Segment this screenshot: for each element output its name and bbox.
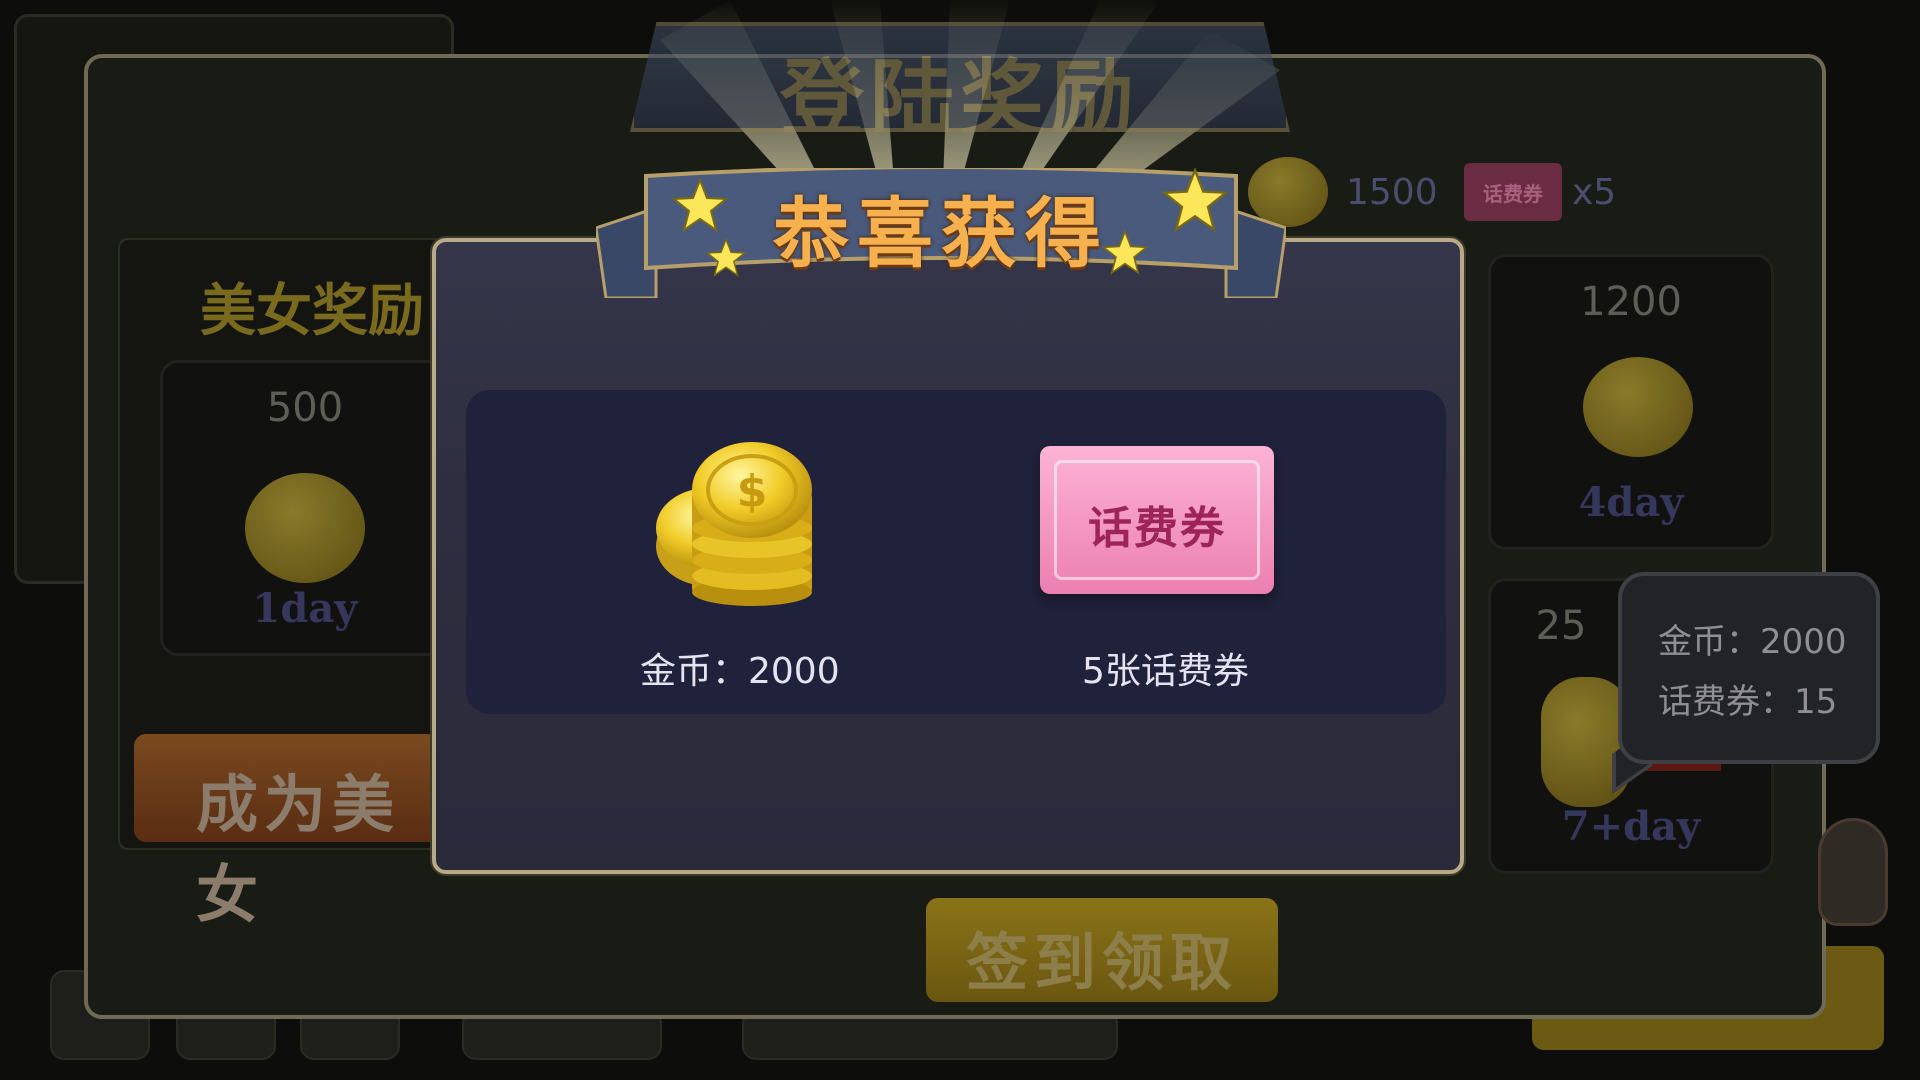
mascot-icon <box>1818 818 1888 926</box>
day1-amount: 500 <box>266 385 344 431</box>
phone-ticket-icon: 话费券 <box>1040 446 1274 594</box>
congrats-modal: $ 金币：2000 5张话费券 <box>432 238 1464 874</box>
beauty-reward-title: 美女奖励 <box>200 279 424 344</box>
day1-reward-card[interactable]: 500 1day <box>160 360 450 656</box>
star-icon <box>706 238 746 277</box>
top-reward-coin-amount: 1500 <box>1346 171 1438 213</box>
day4-amount: 1200 <box>1580 279 1682 325</box>
gold-coins-icon: $ <box>656 442 812 606</box>
congrats-ribbon: 恭喜获得 <box>596 168 1286 298</box>
star-icon <box>672 178 728 233</box>
login-reward-title-banner: 登陆奖励 <box>630 22 1290 132</box>
day4-label: 4day <box>1578 479 1684 526</box>
top-reward-ticket-count: x5 <box>1572 171 1617 213</box>
ticket-icon: 话费券 <box>1464 163 1562 221</box>
coin-stack-icon <box>245 473 365 583</box>
coin-stack-icon <box>1583 357 1693 457</box>
reward-tooltip: 金币：2000 话费券：15 <box>1618 572 1880 764</box>
ticket-icon-text: 话费券 <box>1088 503 1226 554</box>
reward-display-area: $ 金币：2000 5张话费券 <box>466 390 1446 714</box>
day7-label: 7+day <box>1561 803 1701 850</box>
tooltip-tickets: 话费券：15 <box>1658 682 1838 722</box>
ticket-reward-label: 5张话费券 <box>1082 651 1249 692</box>
top-reward-ticket: 话费券 x5 <box>1464 162 1616 222</box>
day1-label: 1day <box>252 585 358 632</box>
become-beauty-button[interactable]: 成为美女 <box>134 734 464 931</box>
star-icon <box>1162 168 1228 233</box>
sign-in-claim-button[interactable]: 签到领取 <box>926 898 1278 1002</box>
day4-reward-card[interactable]: 1200 4day <box>1488 254 1774 550</box>
svg-text:$: $ <box>737 466 768 517</box>
tooltip-coins: 金币：2000 <box>1658 622 1847 662</box>
coin-reward-label: 金币：2000 <box>640 651 840 692</box>
star-icon <box>1102 230 1148 275</box>
